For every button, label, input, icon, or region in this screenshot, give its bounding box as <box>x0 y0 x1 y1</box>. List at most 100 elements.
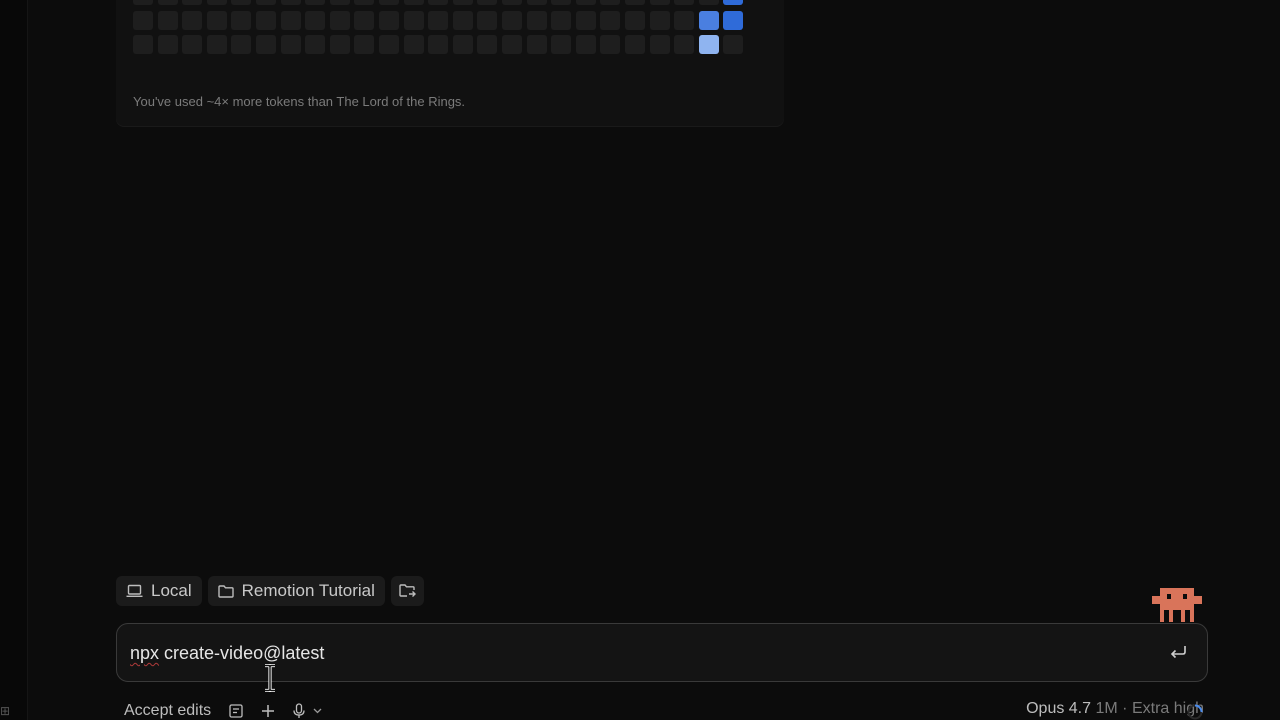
heatmap-cell <box>600 35 621 54</box>
heatmap-cell <box>625 10 645 30</box>
heatmap-cell <box>477 0 498 5</box>
heatmap-cell <box>329 10 350 30</box>
text-cursor-icon <box>262 663 278 697</box>
heatmap-cell <box>256 10 276 30</box>
heatmap-cell <box>551 35 572 54</box>
heatmap-cell <box>133 0 153 5</box>
rail-edge-glyph: ⊞ <box>0 704 11 718</box>
heatmap-cell <box>575 35 596 54</box>
environment-label: Local <box>151 581 192 600</box>
permission-mode-button[interactable]: Accept edits <box>124 702 211 720</box>
misspelled-word: npx <box>130 643 160 663</box>
mascot-icon <box>1152 588 1202 627</box>
usage-caption: You've used ~4× more tokens than The Lor… <box>133 94 466 109</box>
laptop-icon <box>126 584 143 598</box>
model-separator: · <box>1122 700 1128 717</box>
heatmap-cell <box>502 35 522 54</box>
environment-chip[interactable]: Local <box>116 576 202 606</box>
mic-icon <box>293 703 305 719</box>
heatmap-cell <box>625 35 645 54</box>
heatmap-cell <box>477 10 498 30</box>
heatmap-cell <box>133 35 153 54</box>
prompt-text[interactable]: npx create-video@latest <box>130 643 324 664</box>
heatmap-cell <box>452 35 473 54</box>
app-window: ⊞ You've used ~4× more tokens than The L… <box>0 0 1280 720</box>
heatmap-cell <box>305 10 326 30</box>
heatmap-cell <box>182 35 203 54</box>
enter-icon[interactable] <box>1169 644 1187 665</box>
usage-stats-card: You've used ~4× more tokens than The Lor… <box>116 0 784 126</box>
heatmap-cell <box>674 35 695 54</box>
heatmap-cell <box>256 0 276 5</box>
folder-switch-icon <box>399 584 416 598</box>
loading-spinner-icon <box>1187 704 1203 720</box>
heatmap-cell <box>379 35 399 54</box>
heatmap-cell <box>649 35 670 54</box>
heatmap-cell <box>182 0 203 5</box>
heatmap-cell <box>600 10 621 30</box>
heatmap-cell <box>133 10 153 30</box>
heatmap-cell <box>354 35 375 54</box>
heatmap-cell <box>698 0 719 5</box>
folder-icon <box>217 584 234 598</box>
heatmap-cell <box>231 10 252 30</box>
model-selector[interactable]: Opus 4.7 1M · Extra high <box>1026 700 1204 718</box>
heatmap-cell <box>354 10 375 30</box>
project-chip[interactable]: Remotion Tutorial <box>207 576 385 606</box>
heatmap-cell <box>305 0 326 5</box>
heatmap-cell <box>575 0 596 5</box>
heatmap-cell <box>206 10 227 30</box>
heatmap-cell <box>649 10 670 30</box>
input-toolbar: Accept edits <box>124 700 322 720</box>
heatmap-cell <box>329 35 350 54</box>
heatmap-cell <box>649 0 670 5</box>
heatmap-cell <box>723 10 744 30</box>
heatmap-cell <box>231 35 252 54</box>
heatmap-cell <box>157 0 178 5</box>
heatmap-cell <box>575 10 596 30</box>
heatmap-cell <box>403 10 424 30</box>
heatmap-cell <box>526 35 547 54</box>
heatmap-cell <box>698 35 719 54</box>
heatmap-cell <box>403 35 424 54</box>
heatmap-cell <box>379 10 399 30</box>
heatmap-cell <box>305 35 326 54</box>
heatmap-cell <box>256 35 276 54</box>
heatmap-cell <box>280 0 301 5</box>
heatmap-cell <box>502 0 522 5</box>
context-chip-row: Local Remotion Tutorial <box>116 576 424 606</box>
heatmap-cell <box>698 10 719 30</box>
heatmap-cell <box>403 0 424 5</box>
heatmap-cell <box>157 10 178 30</box>
mic-button[interactable] <box>293 703 322 719</box>
heatmap-cell <box>157 35 178 54</box>
heatmap-cell <box>206 35 227 54</box>
plus-icon[interactable] <box>261 704 275 718</box>
switch-project-button[interactable] <box>390 576 424 606</box>
heatmap-cell <box>280 10 301 30</box>
prompt-text-rest: create-video@latest <box>159 643 325 663</box>
model-context: 1M <box>1095 700 1118 717</box>
prompt-input[interactable]: npx create-video@latest <box>116 623 1208 682</box>
heatmap-cell <box>428 0 449 5</box>
left-rail: ⊞ <box>0 0 28 720</box>
heatmap-cell <box>600 0 621 5</box>
heatmap-cell <box>723 35 744 54</box>
heatmap-cell <box>625 0 645 5</box>
heatmap-cell <box>354 0 375 5</box>
heatmap-cell <box>526 10 547 30</box>
heatmap-cell <box>329 0 350 5</box>
heatmap-cell <box>551 0 572 5</box>
plan-icon[interactable] <box>229 704 243 718</box>
heatmap-cell <box>428 10 449 30</box>
model-name: Opus 4.7 <box>1026 700 1092 717</box>
heatmap-cell <box>723 0 744 5</box>
heatmap-cell <box>502 10 522 30</box>
heatmap-cell <box>452 10 473 30</box>
heatmap-cell <box>231 0 252 5</box>
heatmap-cell <box>206 0 227 5</box>
heatmap-cell <box>526 0 547 5</box>
heatmap-cell <box>379 0 399 5</box>
heatmap-cell <box>477 35 498 54</box>
heatmap-cell <box>674 0 695 5</box>
